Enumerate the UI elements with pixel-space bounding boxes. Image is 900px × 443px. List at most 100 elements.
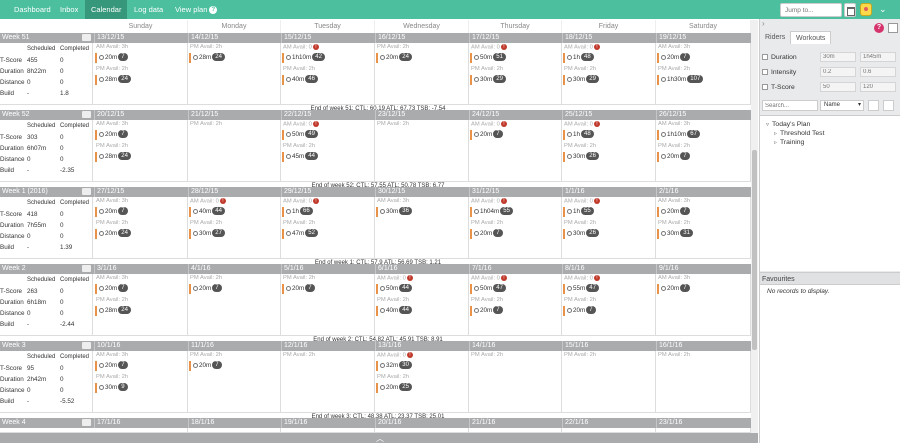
day-date[interactable]: 13/12/15 [94, 33, 188, 43]
day-cell[interactable]: AM Avail: 3h 20m 7 PM Avail: 2h 28m 24 [94, 43, 188, 105]
day-date[interactable]: 3/1/16 [94, 264, 188, 274]
nav-inbox[interactable]: Inbox [54, 0, 84, 19]
workout-item[interactable]: 20m 7 [470, 306, 503, 316]
day-cell[interactable]: AM Avail: 0! 1h10m 42 PM Avail: 2h 40m 46 [281, 43, 375, 105]
day-cell[interactable]: AM Avail: 0! 40m 44 PM Avail: 2h 30m 27 [188, 197, 281, 259]
nav-dashboard[interactable]: Dashboard [8, 0, 57, 19]
tab-workouts[interactable]: Workouts [790, 31, 832, 44]
nav-log-data[interactable]: Log data [128, 0, 169, 19]
workout-item[interactable]: 30m 36 [376, 207, 412, 217]
day-date[interactable]: 11/1/16 [188, 341, 281, 351]
workout-item[interactable]: 28m 24 [95, 306, 131, 316]
calendar-scrollbar[interactable] [751, 20, 758, 440]
duration-max-input[interactable] [860, 52, 896, 62]
workout-item[interactable]: 40m 46 [282, 75, 318, 85]
workout-item[interactable]: 20m 7 [189, 361, 222, 371]
workout-item[interactable]: 30m 31 [657, 229, 693, 239]
day-cell[interactable]: PM Avail: 2h 20m 24 [375, 43, 469, 105]
day-cell[interactable]: AM Avail: 0! 50m 47 PM Avail: 2h 20m 7 [469, 274, 562, 336]
week-menu-icon[interactable] [82, 419, 91, 426]
day-date[interactable]: 21/12/15 [188, 110, 281, 120]
scrollbar-thumb[interactable] [752, 150, 757, 350]
workout-item[interactable]: 20m 7 [95, 361, 128, 371]
workout-item[interactable]: 28m 24 [95, 152, 131, 162]
day-cell[interactable]: PM Avail: 2h 20m 7 [188, 351, 281, 413]
day-cell[interactable]: PM Avail: 2h 20m 7 [281, 274, 375, 336]
day-date[interactable]: 1/1/16 [562, 187, 656, 197]
day-cell[interactable]: PM Avail: 2h [656, 351, 751, 413]
workout-item[interactable]: 20m 7 [470, 130, 503, 140]
workout-item[interactable]: 1h 66 [282, 207, 313, 217]
day-cell[interactable]: AM Avail: 3h 30m 36 [375, 197, 469, 259]
day-cell[interactable]: AM Avail: 3h 20m 7 PM Avail: 2h 30m 9 [94, 351, 188, 413]
workout-item[interactable]: 30m 26 [563, 152, 599, 162]
day-date[interactable]: 20/12/15 [94, 110, 188, 120]
day-cell[interactable]: PM Avail: 2h [469, 351, 562, 413]
workout-item[interactable]: 20m 7 [95, 207, 128, 217]
workout-item[interactable]: 30m 29 [470, 75, 506, 85]
workout-item[interactable]: 50m 51 [470, 53, 506, 63]
tscore-min-input[interactable] [820, 82, 856, 92]
jump-to-input[interactable] [780, 3, 842, 17]
workout-item[interactable]: 20m 7 [95, 130, 128, 140]
workout-item[interactable]: 30m 26 [563, 229, 599, 239]
duration-checkbox[interactable] [762, 54, 768, 60]
tscore-max-input[interactable] [860, 82, 896, 92]
avatar[interactable] [860, 3, 872, 16]
workout-item[interactable]: 30m 27 [189, 229, 225, 239]
workout-item[interactable]: 20m 7 [470, 229, 503, 239]
tscore-checkbox[interactable] [762, 84, 768, 90]
day-date[interactable]: 22/1/16 [562, 418, 656, 428]
workout-item[interactable]: 20m 7 [563, 306, 596, 316]
day-cell[interactable]: AM Avail: 0! 1h 48 PM Avail: 2h 30m 29 [562, 43, 656, 105]
day-cell[interactable]: AM Avail: 0! 1h 55 PM Avail: 2h 30m 26 [562, 197, 656, 259]
day-date[interactable]: 26/12/15 [656, 110, 751, 120]
workout-item[interactable]: 20m 7 [657, 207, 690, 217]
workout-search-input[interactable] [762, 100, 818, 111]
intensity-max-input[interactable] [860, 67, 896, 77]
day-date[interactable]: 4/1/16 [188, 264, 281, 274]
day-cell[interactable]: AM Avail: 0! 50m 44 PM Avail: 2h 40m 44 [375, 274, 469, 336]
duration-min-input[interactable] [820, 52, 856, 62]
day-cell[interactable]: AM Avail: 3h 20m 7 PM Avail: 2h 1h30m 107 [656, 43, 751, 105]
day-date[interactable]: 19/12/15 [656, 33, 751, 43]
expand-icon[interactable]: ▹ [774, 140, 777, 146]
day-date[interactable]: 12/1/16 [281, 341, 375, 351]
workout-item[interactable]: 32m 30 [376, 361, 412, 371]
week-menu-icon[interactable] [82, 188, 91, 195]
workout-item[interactable]: 28m 24 [189, 53, 225, 63]
day-date[interactable]: 18/1/16 [188, 418, 281, 428]
day-date[interactable]: 21/1/16 [469, 418, 562, 428]
day-cell[interactable]: AM Avail: 3h 1h10m 67 PM Avail: 2h 20m 7 [656, 120, 751, 182]
tree-item-todays-plan[interactable]: ▿ Today's Plan [766, 120, 810, 129]
workout-item[interactable]: 1h 48 [563, 130, 594, 140]
workout-item[interactable]: 20m 7 [189, 284, 222, 294]
day-date[interactable]: 27/12/15 [94, 187, 188, 197]
day-date[interactable]: 17/1/16 [94, 418, 188, 428]
workout-item[interactable]: 1h 55 [563, 207, 594, 217]
day-cell[interactable]: PM Avail: 2h [562, 351, 656, 413]
intensity-checkbox[interactable] [762, 69, 768, 75]
list-icon[interactable] [883, 100, 894, 111]
day-date[interactable]: 23/1/16 [656, 418, 751, 428]
day-date[interactable]: 29/12/15 [281, 187, 375, 197]
workout-item[interactable]: 45m 44 [282, 152, 318, 162]
workout-item[interactable]: 20m 7 [657, 284, 690, 294]
day-date[interactable]: 15/1/16 [562, 341, 656, 351]
workout-item[interactable]: 40m 44 [376, 306, 412, 316]
week-menu-icon[interactable] [82, 265, 91, 272]
workout-item[interactable]: 20m 7 [657, 53, 690, 63]
day-cell[interactable]: PM Avail: 2h [188, 120, 281, 182]
day-date[interactable]: 20/1/16 [375, 418, 469, 428]
day-date[interactable]: 22/12/15 [281, 110, 375, 120]
workout-item[interactable]: 50m 47 [470, 284, 506, 294]
day-cell[interactable]: AM Avail: 3h 20m 7 PM Avail: 2h 20m 24 [94, 197, 188, 259]
day-date[interactable]: 18/12/15 [562, 33, 656, 43]
workout-item[interactable]: 55m 47 [563, 284, 599, 294]
day-date[interactable]: 16/12/15 [375, 33, 469, 43]
day-date[interactable]: 15/12/15 [281, 33, 375, 43]
workout-item[interactable]: 20m 7 [657, 152, 690, 162]
workout-item[interactable]: 20m 7 [95, 53, 128, 63]
day-cell[interactable]: PM Avail: 2h 20m 7 [188, 274, 281, 336]
day-date[interactable]: 5/1/16 [281, 264, 375, 274]
